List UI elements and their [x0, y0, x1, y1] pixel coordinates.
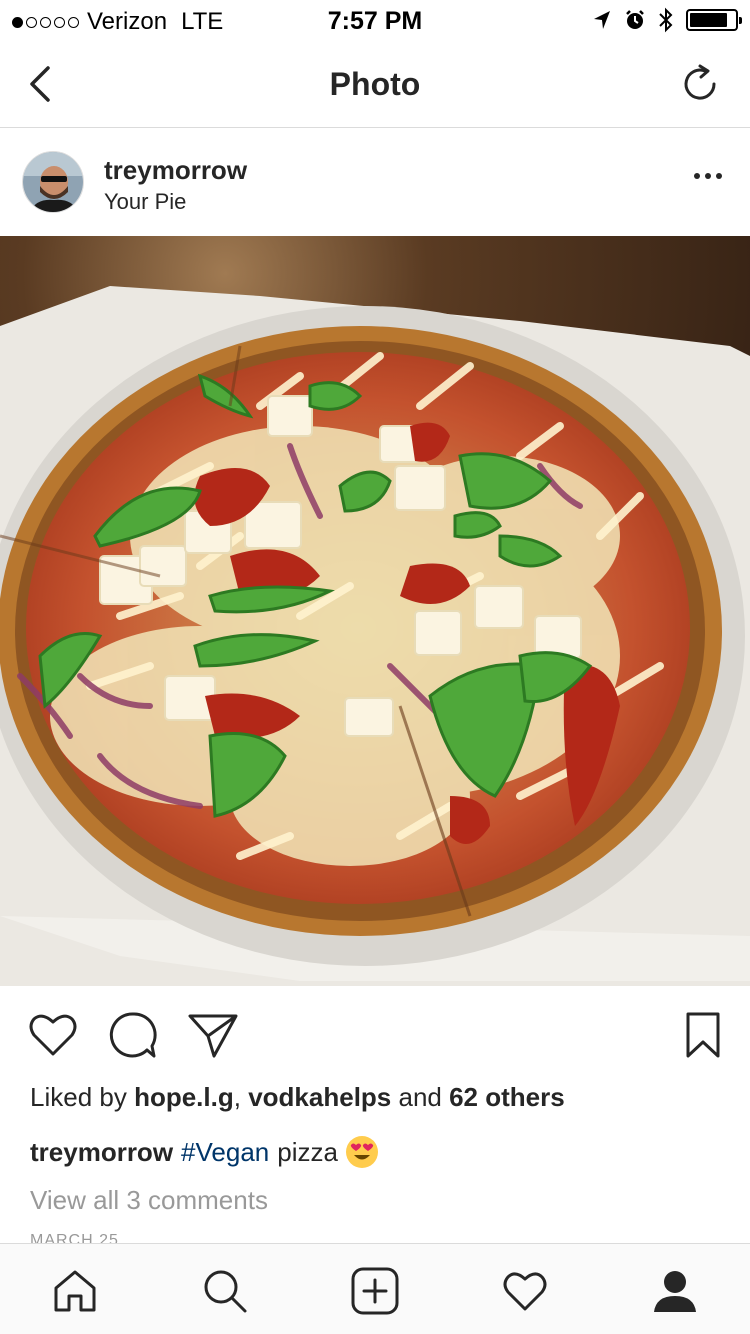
profile-icon[interactable] [650, 1266, 700, 1316]
liked-and-text: and [391, 1082, 450, 1112]
liked-others-link[interactable]: 62 others [449, 1082, 565, 1112]
status-bar: Verizon LTE 7:57 PM [0, 0, 750, 40]
more-options-icon[interactable] [694, 173, 722, 179]
caption-username[interactable]: treymorrow [30, 1137, 173, 1168]
post-actions [0, 1008, 750, 1064]
like-heart-icon[interactable] [26, 1008, 80, 1062]
bookmark-icon[interactable] [676, 1008, 730, 1062]
alarm-clock-icon [626, 10, 644, 29]
add-post-icon[interactable] [350, 1266, 400, 1316]
battery-level [690, 13, 728, 27]
share-send-icon[interactable] [186, 1008, 240, 1062]
post-username[interactable]: treymorrow [104, 155, 247, 186]
refresh-icon[interactable] [678, 62, 722, 106]
location-arrow-icon [594, 11, 610, 29]
liked-user-link[interactable]: hope.l.g [134, 1082, 234, 1112]
view-comments-link[interactable]: View all 3 comments [30, 1185, 268, 1216]
bottom-tab-bar [0, 1243, 750, 1334]
nav-bar: Photo [0, 40, 750, 128]
battery-icon [686, 9, 742, 31]
post-caption: treymorrow #Vegan pizza [30, 1136, 378, 1168]
post-photo[interactable] [0, 236, 750, 986]
heart-eyes-emoji-icon [345, 1136, 378, 1168]
avatar[interactable] [22, 151, 84, 213]
liked-user-link[interactable]: vodkahelps [248, 1082, 391, 1112]
caption-hashtag[interactable]: #Vegan [181, 1137, 269, 1168]
caption-text: pizza [277, 1136, 338, 1167]
liked-by-prefix: Liked by [30, 1082, 135, 1112]
bluetooth-icon [659, 7, 673, 33]
liked-separator: , [233, 1082, 249, 1112]
pizza-photo [0, 236, 750, 986]
post-header: treymorrow Your Pie [0, 129, 750, 235]
status-right [592, 7, 742, 33]
home-icon[interactable] [50, 1266, 100, 1316]
search-icon[interactable] [200, 1266, 250, 1316]
comment-bubble-icon[interactable] [106, 1008, 160, 1062]
post-location[interactable]: Your Pie [104, 189, 186, 215]
likes-summary[interactable]: Liked by hope.l.g, vodkahelps and 62 oth… [30, 1082, 565, 1113]
page-title: Photo [329, 66, 421, 102]
activity-heart-icon[interactable] [500, 1266, 550, 1316]
